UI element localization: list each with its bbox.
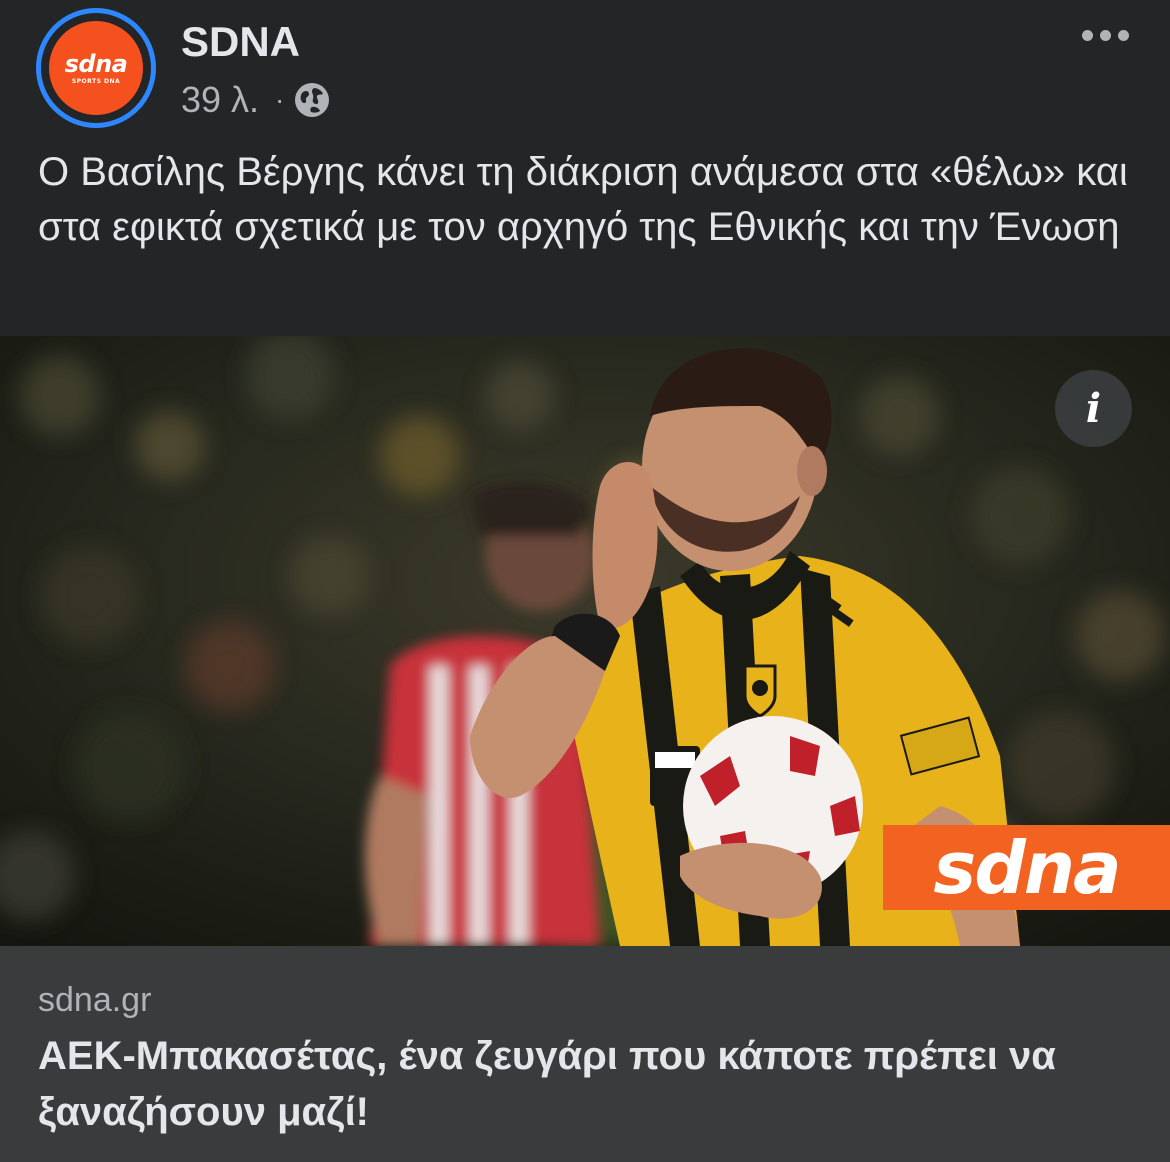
avatar-wordmark: sdna xyxy=(64,49,128,78)
info-icon: i xyxy=(1085,384,1102,432)
sdna-watermark: sdna xyxy=(883,825,1170,910)
more-dot xyxy=(1099,29,1111,41)
link-domain: sdna.gr xyxy=(38,981,152,1019)
post-caption: Ο Βασίλης Βέργης κάνει τη διάκριση ανάμε… xyxy=(38,150,1128,249)
meta-separator: · xyxy=(275,84,285,115)
avatar-subtitle: SPORTS DNA xyxy=(71,77,121,85)
post-meta: 39 λ. · xyxy=(181,82,330,118)
link-title: ΑΕΚ-Μπακασέτας, ένα ζευγάρι που κάποτε π… xyxy=(38,1034,1056,1134)
more-dot xyxy=(1117,29,1129,41)
post-time[interactable]: 39 λ. xyxy=(181,82,259,118)
link-preview[interactable]: sdna.gr ΑΕΚ-Μπακασέτας, ένα ζευγάρι που … xyxy=(0,946,1170,1162)
facebook-post: sdna SPORTS DNA SDNA 39 λ. · Ο Βασίλης Β… xyxy=(0,0,1170,1162)
sdna-logo: sdna SPORTS DNA xyxy=(49,21,143,115)
more-options-icon[interactable] xyxy=(1070,20,1140,50)
more-dot xyxy=(1081,29,1093,41)
page-name[interactable]: SDNA xyxy=(181,18,300,66)
image-info-button[interactable]: i xyxy=(1055,370,1132,447)
page-avatar[interactable]: sdna SPORTS DNA xyxy=(36,8,156,128)
globe-icon[interactable] xyxy=(294,82,330,118)
watermark-text: sdna xyxy=(933,825,1121,910)
